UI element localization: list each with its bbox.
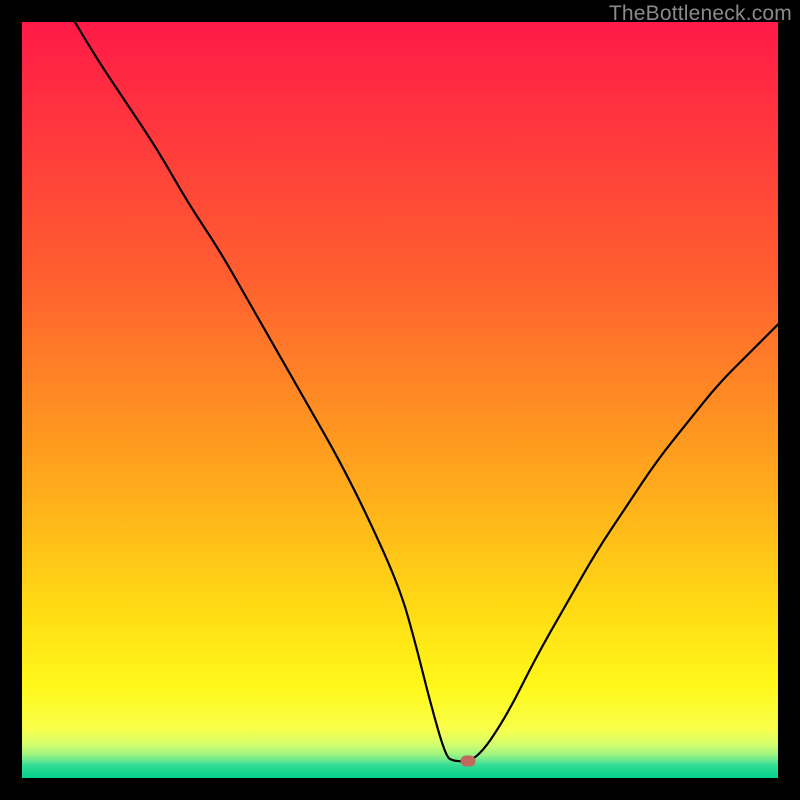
chart-frame: TheBottleneck.com [0, 0, 800, 800]
watermark-text: TheBottleneck.com [609, 2, 792, 26]
min-marker [461, 755, 476, 766]
bottleneck-curve [22, 22, 778, 778]
plot-area [22, 22, 778, 778]
